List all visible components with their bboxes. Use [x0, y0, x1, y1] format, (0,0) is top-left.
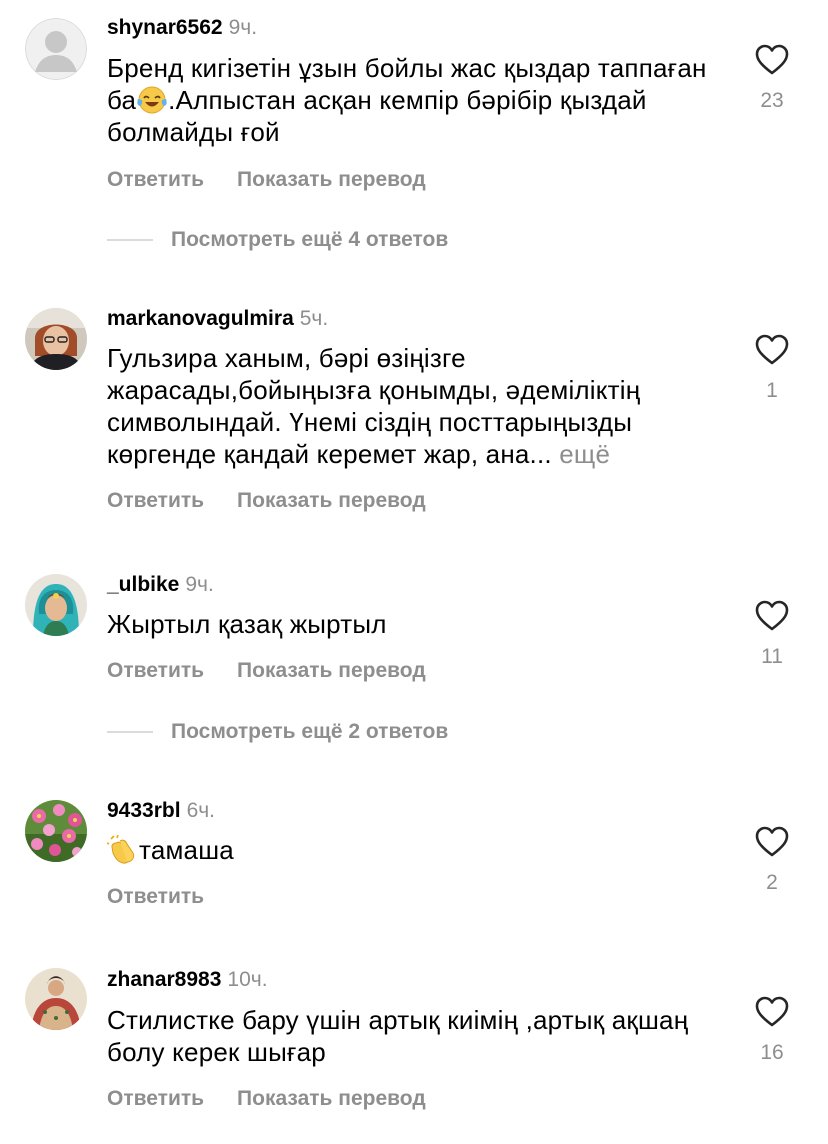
- show-more-link[interactable]: ещё: [559, 439, 610, 469]
- like-control: 16: [742, 996, 802, 1066]
- reply-button[interactable]: Ответить: [107, 885, 204, 908]
- divider-line: [107, 731, 153, 734]
- like-count: 16: [760, 1041, 784, 1064]
- heart-outline-icon[interactable]: [742, 44, 802, 76]
- avatar[interactable]: [25, 18, 87, 80]
- reply-button[interactable]: Ответить: [107, 168, 204, 191]
- clapping-hands-emoji-icon: [106, 834, 139, 865]
- comment-text-part: .Алпыстан асқан кемпір бәрібір қыздай бо…: [107, 85, 647, 147]
- username[interactable]: zhanar8983: [107, 968, 221, 991]
- avatar[interactable]: [25, 574, 87, 636]
- heart-outline-icon[interactable]: [742, 600, 802, 632]
- comment-actions: Ответить: [107, 884, 204, 910]
- username[interactable]: markanovagulmira: [107, 307, 294, 330]
- comment-actions: Ответить Показать перевод: [107, 658, 426, 684]
- comment-text-body: Жыртыл қазақ жыртыл: [107, 609, 387, 639]
- comment-text: Бренд кигізетін ұзын бойлы жас қыздар та…: [107, 52, 707, 148]
- translate-button[interactable]: Показать перевод: [237, 168, 426, 191]
- comment-header: zhanar8983 10ч.: [107, 967, 268, 993]
- comment-actions: Ответить Показать перевод: [107, 167, 426, 193]
- like-control: 1: [742, 334, 802, 404]
- reply-button[interactable]: Ответить: [107, 1087, 204, 1110]
- comment-actions: Ответить Показать перевод: [107, 1086, 426, 1112]
- comment-text-body: тамаша: [139, 835, 234, 865]
- translate-button[interactable]: Показать перевод: [237, 1087, 426, 1110]
- heart-outline-icon[interactable]: [742, 334, 802, 366]
- view-replies-button[interactable]: Посмотреть ещё 4 ответов: [107, 227, 448, 253]
- comment-time: 5ч.: [299, 307, 329, 330]
- like-control: 2: [742, 826, 802, 896]
- comment-time: 10ч.: [227, 968, 268, 991]
- view-replies-button[interactable]: Посмотреть ещё 2 ответов: [107, 719, 448, 745]
- comment-text: тамаша: [106, 834, 707, 866]
- comment-header: 9433rbl 6ч.: [107, 798, 215, 824]
- reply-button[interactable]: Ответить: [107, 659, 204, 682]
- avatar[interactable]: [25, 968, 87, 1030]
- username[interactable]: shynar6562: [107, 16, 223, 39]
- like-control: 11: [742, 600, 802, 670]
- comment-text: Стилистке бару үшін артық киімің ,артық …: [107, 1004, 707, 1068]
- avatar[interactable]: [25, 308, 87, 370]
- comment-text: Гульзира ханым, бәрі өзіңізге жарасады,б…: [107, 342, 707, 470]
- comment-header: markanovagulmira 5ч.: [107, 306, 328, 332]
- like-control: 23: [742, 44, 802, 114]
- username[interactable]: _ulbike: [107, 573, 179, 596]
- view-replies-label: Посмотреть ещё 4 ответов: [171, 228, 449, 251]
- face-with-tears-of-joy-emoji-icon: [136, 85, 168, 115]
- heart-outline-icon[interactable]: [742, 996, 802, 1028]
- username[interactable]: 9433rbl: [107, 799, 181, 822]
- comment-header: _ulbike 9ч.: [107, 572, 214, 598]
- avatar[interactable]: [25, 800, 87, 862]
- like-count: 11: [761, 645, 783, 668]
- comment-text-body: Стилистке бару үшін артық киімің ,артық …: [107, 1005, 689, 1067]
- heart-outline-icon[interactable]: [742, 826, 802, 858]
- translate-button[interactable]: Показать перевод: [237, 489, 426, 512]
- reply-button[interactable]: Ответить: [107, 489, 204, 512]
- like-count: 23: [760, 89, 784, 112]
- like-count: 2: [766, 871, 778, 894]
- comment-time: 9ч.: [228, 16, 258, 39]
- like-count: 1: [766, 379, 778, 402]
- view-replies-label: Посмотреть ещё 2 ответов: [171, 720, 449, 743]
- translate-button[interactable]: Показать перевод: [237, 659, 426, 682]
- comment-actions: Ответить Показать перевод: [107, 488, 426, 514]
- comment-text: Жыртыл қазақ жыртыл: [107, 608, 707, 640]
- comment-time: 6ч.: [186, 799, 216, 822]
- divider-line: [107, 239, 153, 242]
- comment-header: shynar6562 9ч.: [107, 15, 257, 41]
- comment-time: 9ч.: [185, 573, 214, 596]
